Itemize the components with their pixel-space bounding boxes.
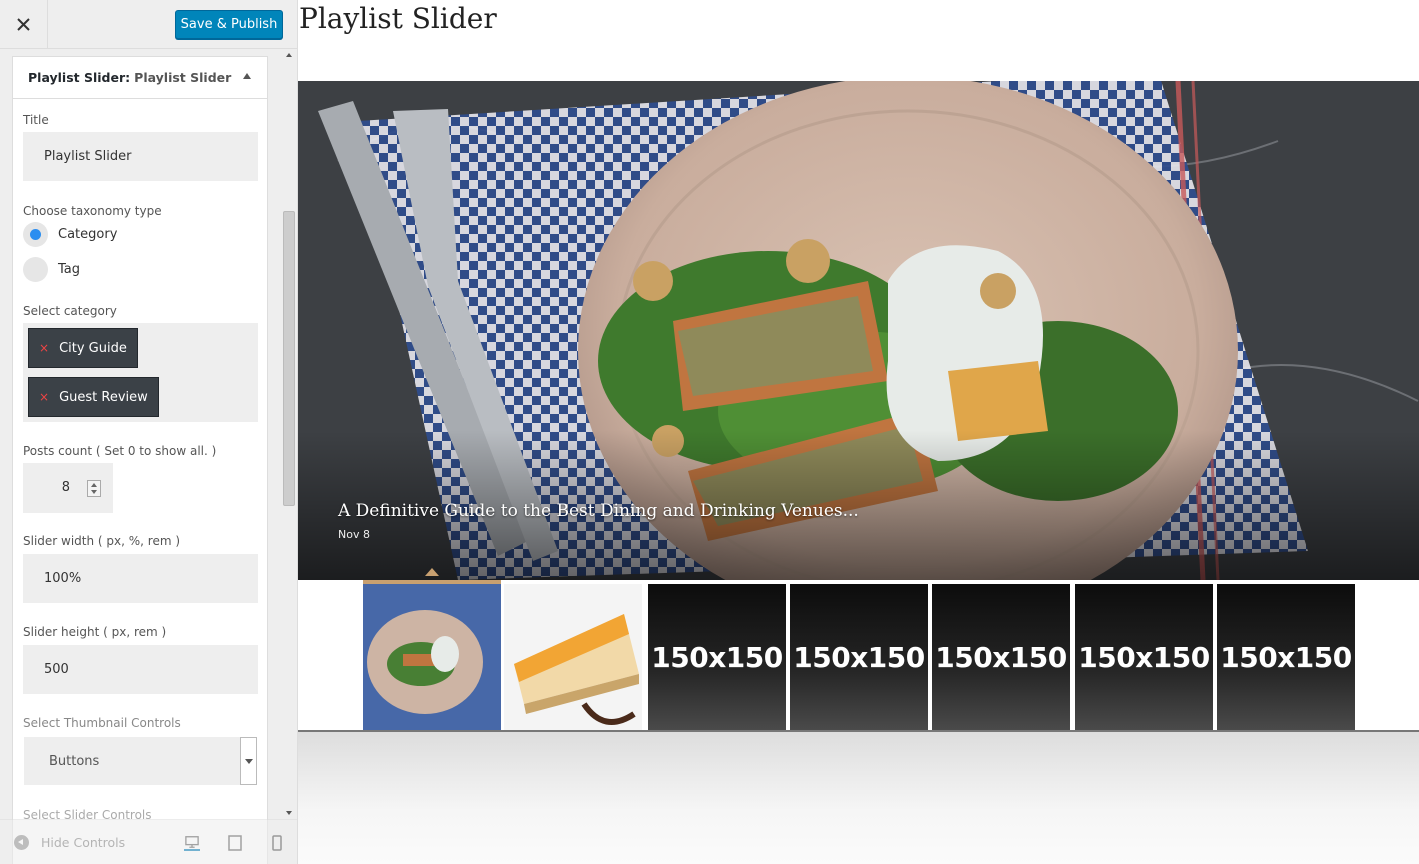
- slider-width-input[interactable]: 100%: [23, 554, 258, 603]
- radio-button[interactable]: [23, 222, 48, 247]
- thumbnail-placeholder[interactable]: 150x150: [1217, 584, 1355, 730]
- tablet-icon[interactable]: [227, 835, 243, 851]
- hide-controls-label: Hide Controls: [41, 835, 126, 850]
- number-spinner-icon[interactable]: [87, 480, 101, 497]
- category-chip[interactable]: × Guest Review: [28, 377, 159, 417]
- thumbnail-controls-value: Buttons: [49, 753, 100, 769]
- cheesecake-thumbnail: [504, 584, 642, 730]
- slider-height-input[interactable]: 500: [23, 645, 258, 694]
- taxonomy-label: Choose taxonomy type: [23, 204, 162, 218]
- radio-category-label: Category: [58, 227, 118, 242]
- thumbnail-controls-select[interactable]: Buttons: [24, 737, 257, 785]
- posts-count-value: 8: [61, 480, 70, 495]
- category-chip[interactable]: × City Guide: [28, 328, 138, 368]
- radio-selected-dot: [30, 229, 41, 240]
- posts-count-label: Posts count ( Set 0 to show all. ): [23, 444, 217, 458]
- page-below-content: [298, 732, 1419, 864]
- close-icon: [17, 17, 30, 31]
- remove-icon[interactable]: ×: [39, 390, 49, 404]
- collapse-icon: [14, 835, 29, 850]
- thumbnail-food[interactable]: [363, 584, 501, 730]
- sidebar-footer: Hide Controls: [0, 819, 297, 864]
- remove-icon[interactable]: ×: [39, 341, 49, 355]
- title-input[interactable]: Playlist Slider: [23, 132, 258, 181]
- thumbnail-placeholder[interactable]: 150x150: [648, 584, 786, 730]
- category-chip-label: City Guide: [59, 340, 127, 356]
- customizer-sidebar: Save & Publish Playlist Slider: Playlist…: [0, 0, 298, 864]
- widget-title: Playlist Slider: [299, 2, 497, 35]
- radio-button[interactable]: [23, 257, 48, 282]
- category-label: Select category: [23, 304, 117, 318]
- category-selector[interactable]: × City Guide × Guest Review: [23, 323, 258, 422]
- radio-tag-label: Tag: [58, 262, 81, 277]
- thumbnail-strip: 150x150 150x150 150x150 150x150 150x150: [298, 568, 1419, 732]
- dropdown-arrow-icon[interactable]: [240, 737, 257, 785]
- title-label: Title: [23, 113, 49, 127]
- posts-count-input[interactable]: 8: [23, 463, 113, 513]
- site-preview: Playlist Slider A Definitive Guide to th…: [298, 0, 1419, 864]
- sidebar-header: Save & Publish: [0, 0, 297, 49]
- desktop-icon[interactable]: [184, 835, 200, 851]
- sidebar-scrollbar[interactable]: [282, 49, 296, 819]
- active-indicator-arrow-icon: [425, 568, 439, 576]
- scroll-up-icon[interactable]: [286, 53, 292, 57]
- category-chip-label: Guest Review: [59, 389, 148, 405]
- scrollbar-thumb[interactable]: [283, 211, 295, 506]
- slide-date: Nov 8: [338, 528, 370, 541]
- thumbnail-placeholder[interactable]: 150x150: [790, 584, 928, 730]
- thumbnail-placeholder[interactable]: 150x150: [932, 584, 1070, 730]
- hide-controls-button[interactable]: Hide Controls: [14, 835, 125, 850]
- widget-section-header[interactable]: Playlist Slider: Playlist Slider: [13, 57, 267, 99]
- scroll-down-icon[interactable]: [286, 811, 292, 815]
- thumbnail-cheesecake[interactable]: [504, 584, 642, 730]
- mobile-icon[interactable]: [269, 835, 285, 851]
- widget-type-label: Playlist Slider:: [28, 70, 131, 85]
- slide-caption: A Definitive Guide to the Best Dining an…: [338, 501, 859, 541]
- widget-section-panel: Playlist Slider: Playlist Slider Title P…: [12, 56, 268, 864]
- food-plate-thumbnail: [363, 584, 501, 730]
- widget-title-label: Playlist Slider: [134, 70, 232, 85]
- slider-width-label: Slider width ( px, %, rem ): [23, 534, 181, 548]
- slider-height-label: Slider height ( px, rem ): [23, 625, 167, 639]
- slide-caption-title[interactable]: A Definitive Guide to the Best Dining an…: [338, 501, 859, 521]
- close-button[interactable]: [0, 0, 48, 48]
- radio-category[interactable]: Category: [23, 222, 117, 247]
- thumbnail-placeholder[interactable]: 150x150: [1075, 584, 1213, 730]
- collapse-arrow-icon[interactable]: [243, 73, 251, 79]
- save-publish-button[interactable]: Save & Publish: [175, 10, 283, 39]
- radio-tag[interactable]: Tag: [23, 257, 80, 282]
- thumbnail-controls-label: Select Thumbnail Controls: [23, 716, 181, 730]
- main-slide[interactable]: A Definitive Guide to the Best Dining an…: [298, 81, 1419, 580]
